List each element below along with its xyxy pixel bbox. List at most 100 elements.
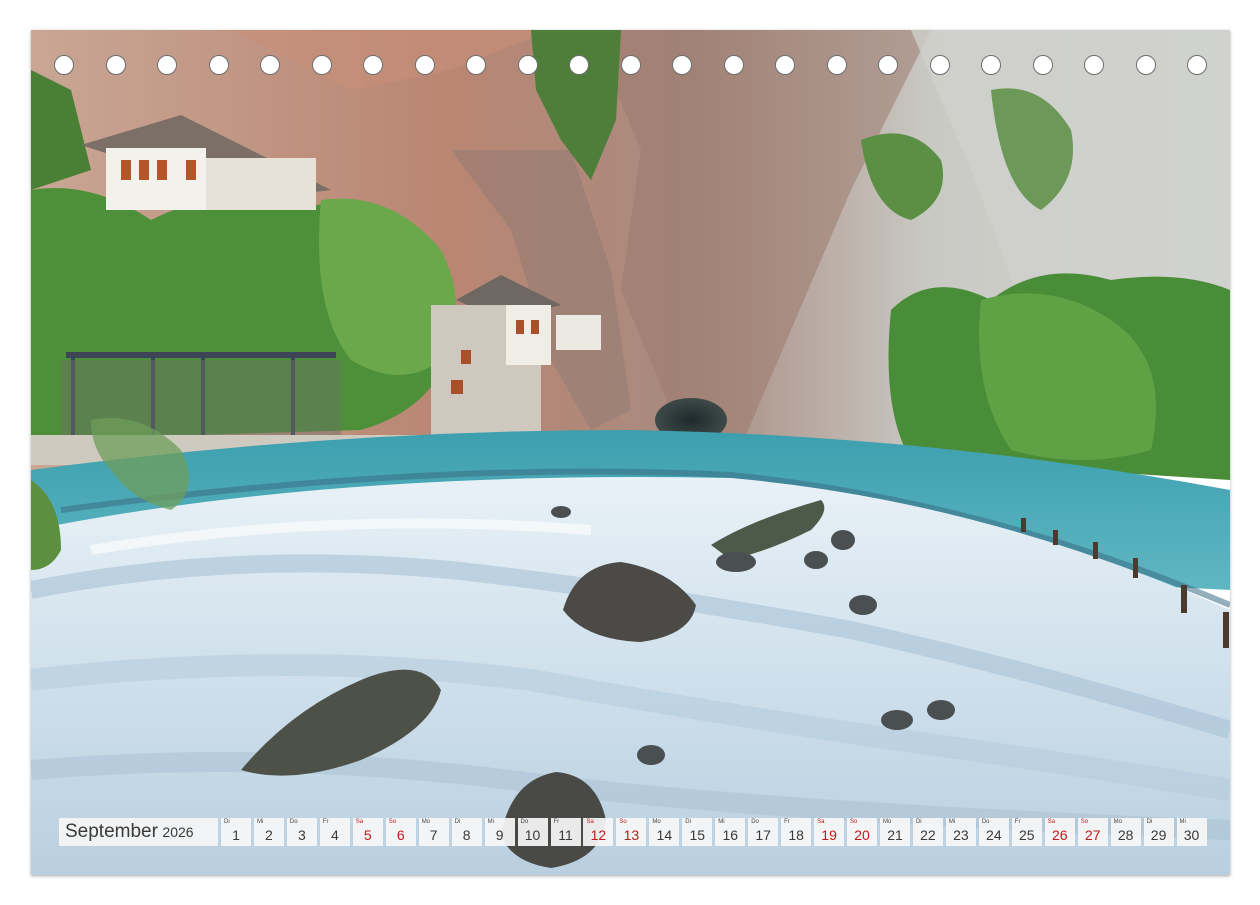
day-cell: Sa 19 bbox=[814, 818, 845, 846]
calendar-page: September 2026 Di 1 Mi 2 Do 3 Fr 4 Sa 5 So 6 Mo 7 Di 8 M… bbox=[31, 30, 1230, 875]
day-number: 29 bbox=[1150, 827, 1167, 843]
binding-hole bbox=[878, 55, 898, 75]
day-number: 26 bbox=[1051, 827, 1068, 843]
weekday-label: Di bbox=[915, 819, 922, 825]
weekday-label: Di bbox=[685, 819, 691, 825]
day-number: 25 bbox=[1019, 827, 1035, 843]
binding-hole bbox=[1135, 55, 1156, 75]
binding-hole bbox=[208, 55, 229, 75]
binding-hole bbox=[414, 55, 435, 75]
binding-hole bbox=[311, 55, 332, 75]
day-number: 24 bbox=[986, 827, 1002, 843]
weekday-label: So bbox=[850, 819, 858, 825]
binding-hole bbox=[105, 55, 126, 75]
weekday-label: Sa bbox=[586, 819, 594, 825]
day-cell: So 20 bbox=[847, 818, 878, 846]
weekday-label: Do bbox=[981, 819, 990, 825]
binding-hole bbox=[775, 55, 795, 75]
day-number: 7 bbox=[429, 827, 438, 843]
day-cell: Mo 7 bbox=[418, 818, 449, 846]
binding-hole bbox=[54, 55, 74, 75]
day-number: 6 bbox=[396, 827, 405, 843]
day-cell: Mi 2 bbox=[253, 818, 284, 846]
day-number: 19 bbox=[821, 827, 837, 843]
binding-holes bbox=[31, 30, 1230, 100]
day-number: 4 bbox=[330, 827, 339, 843]
weekday-label: So bbox=[1080, 819, 1089, 825]
day-number: 3 bbox=[297, 827, 306, 843]
weekday-label: Sa bbox=[817, 819, 825, 825]
weekday-label: Mi bbox=[718, 819, 725, 825]
month-name: September bbox=[65, 821, 158, 842]
binding-hole bbox=[157, 55, 177, 75]
day-cell: Mi 16 bbox=[715, 818, 746, 846]
weekday-label: So bbox=[619, 819, 627, 825]
day-cell: Di 22 bbox=[912, 818, 943, 846]
day-cell: Mo 21 bbox=[880, 818, 910, 846]
binding-hole bbox=[929, 55, 950, 75]
day-number: 10 bbox=[524, 827, 541, 843]
date-strip: September 2026 Di 1 Mi 2 Do 3 Fr 4 Sa 5 So 6 Mo 7 Di 8 M… bbox=[59, 818, 1207, 846]
day-number: 30 bbox=[1183, 827, 1200, 843]
day-number: 11 bbox=[558, 827, 573, 843]
day-cell: Fr 4 bbox=[319, 818, 350, 846]
day-cell: Sa 12 bbox=[583, 818, 614, 846]
binding-hole bbox=[826, 55, 847, 75]
landscape-photo bbox=[31, 30, 1230, 875]
weekday-label: Do bbox=[520, 819, 529, 825]
day-cell: So 13 bbox=[616, 818, 647, 846]
weekday-label: Fr bbox=[322, 819, 329, 825]
weekday-label: Di bbox=[454, 819, 461, 825]
binding-hole bbox=[260, 55, 280, 75]
binding-hole bbox=[569, 55, 589, 75]
day-number: 5 bbox=[363, 827, 372, 843]
day-cell: Do 10 bbox=[517, 818, 548, 846]
weekday-label: Mo bbox=[421, 819, 431, 825]
day-number: 22 bbox=[920, 827, 936, 843]
binding-hole bbox=[981, 55, 1001, 75]
month-label: September 2026 bbox=[59, 818, 218, 846]
weekday-label: Fr bbox=[784, 819, 790, 825]
day-number: 9 bbox=[495, 827, 504, 843]
weekday-label: Sa bbox=[355, 819, 364, 825]
day-number: 23 bbox=[953, 827, 969, 843]
day-cell: Di 29 bbox=[1143, 818, 1174, 846]
day-cell: Di 1 bbox=[221, 818, 251, 846]
day-number: 16 bbox=[722, 827, 739, 843]
weekday-label: So bbox=[388, 819, 397, 825]
weekday-label: Mo bbox=[652, 819, 661, 825]
day-cell: Do 17 bbox=[748, 818, 779, 846]
weekday-label: Sa bbox=[1047, 819, 1056, 825]
day-number: 8 bbox=[462, 827, 471, 843]
day-cell: Mi 9 bbox=[484, 818, 515, 846]
day-number: 28 bbox=[1117, 827, 1134, 843]
day-cell: So 6 bbox=[385, 818, 416, 846]
weekday-label: Mi bbox=[1179, 819, 1186, 825]
weekday-label: Do bbox=[289, 819, 298, 825]
weekday-label: Mo bbox=[883, 819, 892, 825]
day-cell: So 27 bbox=[1077, 818, 1108, 846]
binding-hole bbox=[620, 55, 641, 75]
day-cell: Sa 26 bbox=[1044, 818, 1075, 846]
binding-hole bbox=[723, 55, 744, 75]
weekday-label: Mi bbox=[487, 819, 494, 825]
weekday-label: Mi bbox=[948, 819, 956, 825]
day-number: 15 bbox=[689, 827, 706, 843]
day-number: 13 bbox=[623, 827, 640, 843]
weekday-label: Mo bbox=[1113, 819, 1122, 825]
day-cell: Fr 18 bbox=[781, 818, 812, 846]
weekday-label: Di bbox=[224, 819, 230, 825]
day-cell: Mo 14 bbox=[649, 818, 680, 846]
weekday-label: Fr bbox=[1014, 819, 1021, 825]
day-cell: Fr 25 bbox=[1011, 818, 1042, 846]
day-cell: Do 3 bbox=[286, 818, 317, 846]
day-number: 14 bbox=[656, 827, 673, 843]
day-cell: Sa 5 bbox=[352, 818, 383, 846]
weekday-label: Mi bbox=[256, 819, 264, 825]
binding-hole bbox=[1187, 55, 1207, 75]
day-cell: Fr 11 bbox=[550, 818, 581, 846]
day-cell: Mi 23 bbox=[945, 818, 976, 846]
binding-hole bbox=[517, 55, 538, 75]
day-cell: Di 8 bbox=[451, 818, 482, 846]
day-cell: Do 24 bbox=[978, 818, 1009, 846]
